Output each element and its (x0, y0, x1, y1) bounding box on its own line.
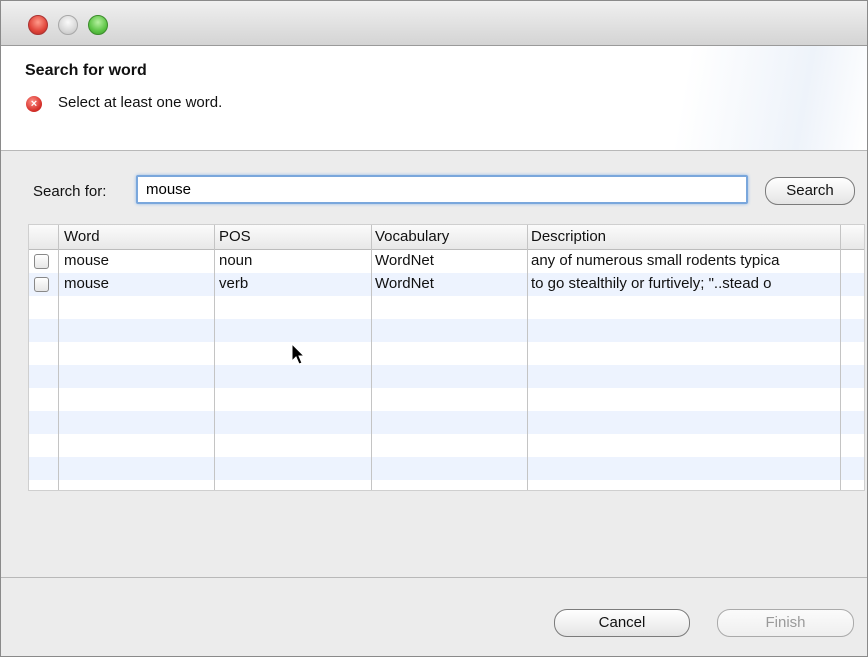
validation-message: Select at least one word. (58, 94, 223, 111)
wizard-banner: Search for word × Select at least one wo… (1, 46, 867, 151)
column-divider (214, 225, 215, 490)
row-checkbox[interactable] (34, 277, 49, 292)
cell-vocabulary: WordNet (375, 275, 434, 292)
cell-description: to go stealthily or furtively; "..stead … (531, 275, 772, 292)
results-table: Word POS Vocabulary Description mouse no… (28, 224, 865, 491)
empty-row (29, 296, 864, 319)
dialog-window: Search for word × Select at least one wo… (0, 0, 868, 657)
empty-row (29, 434, 864, 457)
mouse-pointer-icon (291, 343, 306, 365)
cell-description: any of numerous small rodents typica (531, 252, 780, 269)
table-row[interactable]: mouse noun WordNet any of numerous small… (29, 250, 864, 273)
column-header-word[interactable]: Word (64, 228, 100, 245)
search-button[interactable]: Search (765, 177, 855, 205)
row-checkbox[interactable] (34, 254, 49, 269)
table-header: Word POS Vocabulary Description (29, 225, 864, 250)
empty-row (29, 388, 864, 411)
close-icon[interactable] (28, 15, 48, 35)
column-divider (840, 225, 841, 490)
search-label: Search for: (33, 183, 107, 200)
column-divider (371, 225, 372, 490)
empty-row (29, 457, 864, 480)
zoom-icon[interactable] (88, 15, 108, 35)
title-bar (1, 1, 867, 46)
search-input[interactable] (136, 175, 748, 204)
cancel-button[interactable]: Cancel (554, 609, 690, 637)
page-title: Search for word (25, 62, 147, 79)
column-header-vocabulary[interactable]: Vocabulary (375, 228, 449, 245)
column-header-pos[interactable]: POS (219, 228, 251, 245)
minimize-icon[interactable] (58, 15, 78, 35)
empty-row (29, 411, 864, 434)
cell-word: mouse (64, 252, 110, 269)
cell-pos: noun (219, 252, 253, 269)
empty-row (29, 342, 864, 365)
empty-row (29, 365, 864, 388)
column-divider (527, 225, 528, 490)
column-header-description[interactable]: Description (531, 228, 606, 245)
empty-row (29, 319, 864, 342)
column-divider (58, 225, 59, 490)
error-icon: × (26, 96, 42, 112)
table-row[interactable]: mouse verb WordNet to go stealthily or f… (29, 273, 864, 296)
cell-vocabulary: WordNet (375, 252, 434, 269)
cell-word: mouse (64, 275, 110, 292)
finish-button: Finish (717, 609, 854, 637)
cell-pos: verb (219, 275, 249, 292)
